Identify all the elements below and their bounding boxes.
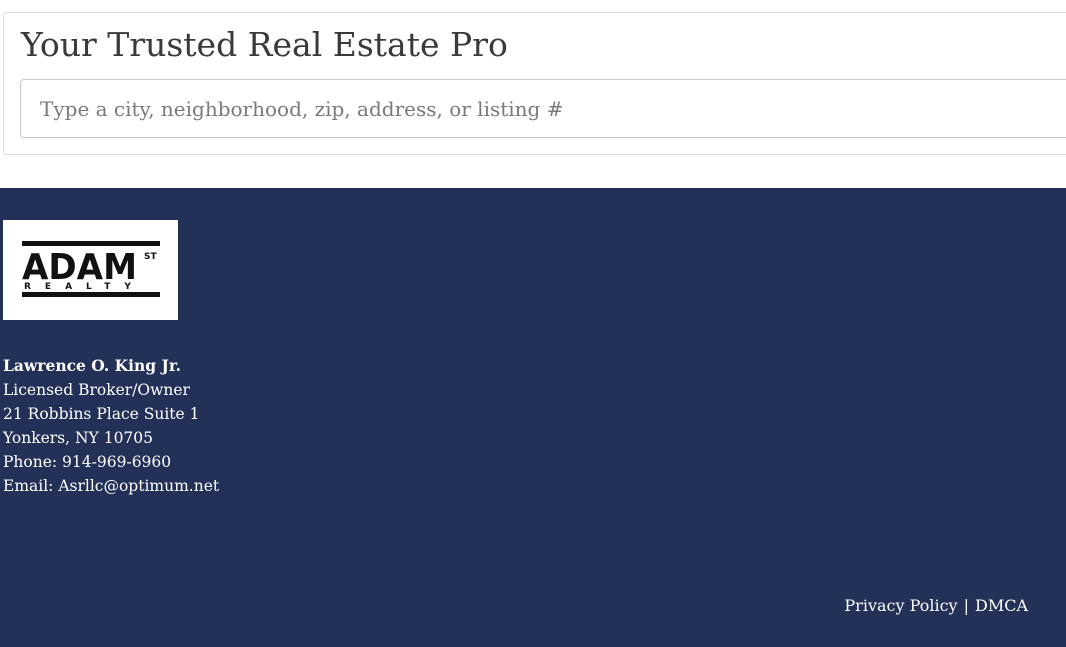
svg-text:ST: ST <box>144 252 157 262</box>
contact-block: Lawrence O. King Jr. Licensed Broker/Own… <box>3 354 219 498</box>
search-card: Your Trusted Real Estate Pro <box>3 12 1066 155</box>
search-title: Your Trusted Real Estate Pro <box>21 25 508 64</box>
brokerage-logo[interactable]: ADAM ST REALTY <box>3 220 178 320</box>
logo-graphic: ADAM ST REALTY <box>22 241 160 297</box>
search-input[interactable] <box>20 79 1066 138</box>
phone-text: Phone: 914-969-6960 <box>3 453 172 471</box>
dmca-link[interactable]: DMCA <box>975 596 1028 615</box>
svg-text:REALTY: REALTY <box>24 282 145 292</box>
legal-links: Privacy Policy | DMCA <box>844 596 1028 615</box>
address-line-1: 21 Robbins Place Suite 1 <box>3 405 200 423</box>
agent-name: Lawrence O. King Jr. <box>3 356 182 375</box>
site-footer: ADAM ST REALTY Lawrence O. King Jr. Lice… <box>0 188 1066 647</box>
privacy-policy-link[interactable]: Privacy Policy <box>844 596 957 615</box>
agent-title: Licensed Broker/Owner <box>3 381 190 399</box>
email-text: Email: Asrllc@optimum.net <box>3 477 220 495</box>
legal-separator: | <box>963 596 969 615</box>
address-line-2: Yonkers, NY 10705 <box>3 429 154 447</box>
